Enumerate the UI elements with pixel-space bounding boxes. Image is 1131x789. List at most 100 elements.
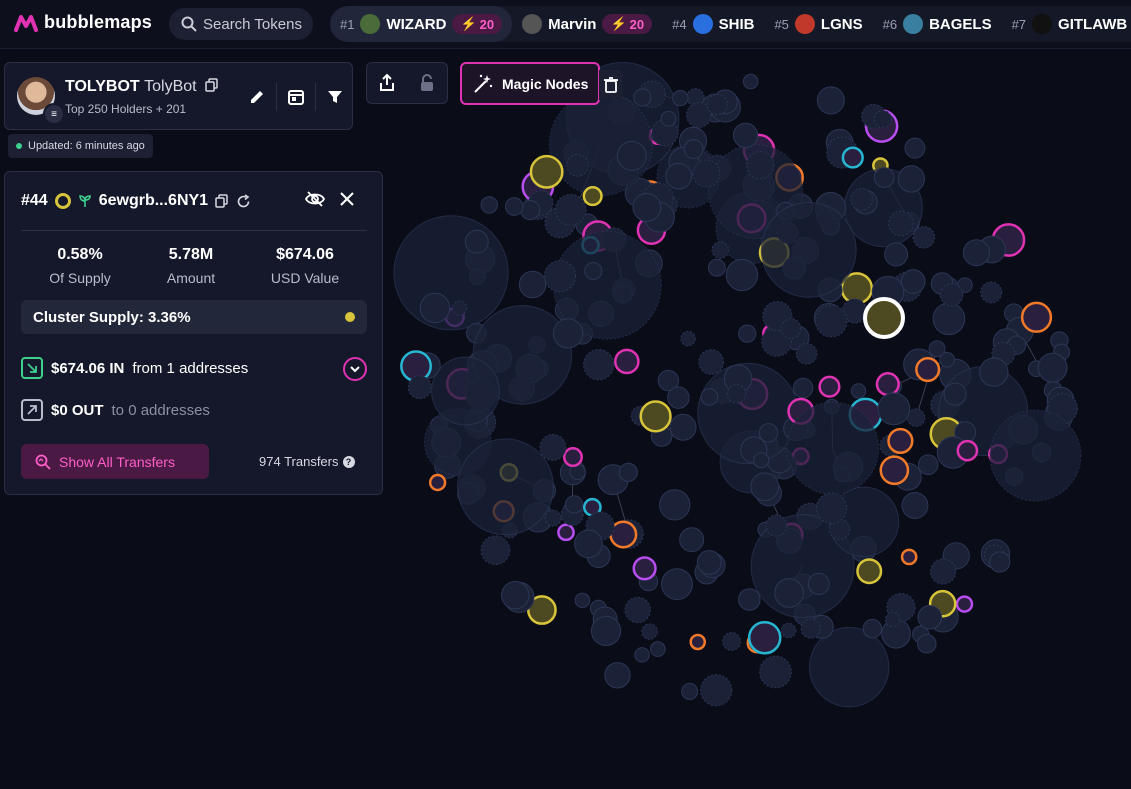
holder-bubble[interactable] bbox=[632, 193, 662, 222]
lock-icon[interactable] bbox=[418, 73, 436, 93]
holder-bubble[interactable] bbox=[431, 356, 500, 426]
holder-bubble[interactable] bbox=[501, 581, 530, 610]
holder-bubble[interactable] bbox=[956, 439, 979, 462]
holder-bubble[interactable] bbox=[480, 196, 498, 214]
holder-bubble[interactable] bbox=[451, 300, 468, 316]
holder-bubble[interactable] bbox=[884, 611, 901, 628]
holder-bubble[interactable] bbox=[800, 618, 821, 639]
refresh-icon[interactable] bbox=[236, 193, 251, 209]
trending-token-bagels[interactable]: #6 BAGELS bbox=[873, 6, 1002, 42]
show-all-transfers-button[interactable]: Show All Transfers bbox=[21, 444, 209, 479]
holder-bubble[interactable] bbox=[696, 550, 722, 575]
holder-bubble[interactable] bbox=[738, 588, 761, 611]
holder-bubble[interactable] bbox=[641, 623, 658, 640]
trending-token-gitlawb[interactable]: #7 GITLAWB bbox=[1002, 6, 1131, 42]
holder-bubble[interactable] bbox=[856, 558, 883, 585]
holder-bubble[interactable] bbox=[660, 110, 677, 127]
holder-bubble[interactable] bbox=[732, 122, 759, 148]
holder-bubble[interactable] bbox=[667, 386, 690, 409]
holder-bubble[interactable] bbox=[457, 438, 554, 536]
holder-bubble[interactable] bbox=[928, 340, 946, 358]
holder-bubble[interactable] bbox=[877, 392, 911, 426]
holder-bubble[interactable] bbox=[897, 165, 925, 193]
holder-bubble[interactable] bbox=[689, 633, 707, 651]
holder-bubble[interactable] bbox=[989, 409, 1082, 502]
holder-bubble[interactable] bbox=[915, 356, 941, 383]
holder-bubble[interactable] bbox=[659, 489, 691, 521]
holder-bubble[interactable] bbox=[634, 647, 650, 663]
holder-bubble[interactable] bbox=[632, 556, 657, 581]
holder-bubble[interactable] bbox=[980, 281, 1003, 304]
holder-bubble[interactable] bbox=[862, 618, 883, 639]
holder-bubble[interactable] bbox=[841, 146, 864, 169]
holder-bubble[interactable] bbox=[669, 413, 697, 441]
holder-bubble[interactable] bbox=[816, 86, 845, 115]
edit-button[interactable] bbox=[238, 83, 277, 111]
holder-bubble[interactable] bbox=[875, 372, 900, 397]
holder-bubble[interactable] bbox=[552, 318, 584, 349]
holder-bubble[interactable] bbox=[665, 162, 693, 190]
holder-bubble[interactable] bbox=[624, 596, 651, 624]
holder-bubble[interactable] bbox=[520, 200, 541, 221]
copy-address-icon[interactable] bbox=[215, 194, 229, 208]
holder-bubble[interactable] bbox=[574, 592, 591, 609]
holder-bubble[interactable] bbox=[808, 626, 890, 708]
holder-bubble[interactable] bbox=[683, 139, 704, 160]
holder-bubble[interactable] bbox=[742, 73, 759, 90]
holder-bubble[interactable] bbox=[562, 447, 583, 468]
share-icon[interactable] bbox=[378, 73, 396, 93]
holder-bubble[interactable] bbox=[747, 620, 782, 655]
inflow-row[interactable]: $674.06 IN from 1 addresses bbox=[21, 357, 248, 379]
search-tokens-button[interactable]: Search Tokens bbox=[169, 8, 313, 40]
holder-bubble[interactable] bbox=[529, 154, 564, 189]
holder-bubble[interactable] bbox=[419, 292, 451, 324]
holder-bubble[interactable] bbox=[814, 304, 848, 338]
holder-bubble[interactable] bbox=[609, 520, 638, 549]
holder-bubble[interactable] bbox=[711, 241, 730, 259]
holder-bubble[interactable] bbox=[726, 384, 747, 404]
expand-inflow-button[interactable] bbox=[343, 357, 367, 381]
holder-bubble[interactable] bbox=[932, 302, 966, 336]
holder-bubble[interactable] bbox=[722, 632, 742, 651]
holder-bubble[interactable] bbox=[888, 210, 914, 237]
holder-bubble[interactable] bbox=[543, 259, 577, 293]
holder-bubble[interactable] bbox=[786, 401, 880, 495]
holder-bubble[interactable] bbox=[879, 455, 910, 486]
holder-bubble[interactable] bbox=[564, 495, 584, 514]
holder-bubble[interactable] bbox=[614, 348, 640, 375]
holder-bubble[interactable] bbox=[939, 283, 964, 307]
hide-eye-icon[interactable] bbox=[305, 190, 325, 208]
holder-bubble[interactable] bbox=[1037, 352, 1068, 383]
holder-bubble[interactable] bbox=[574, 529, 603, 559]
holder-bubble[interactable] bbox=[930, 558, 957, 585]
close-icon[interactable] bbox=[339, 190, 355, 208]
holder-bubble[interactable] bbox=[815, 492, 848, 524]
filter-button[interactable] bbox=[316, 83, 354, 111]
holder-bubble[interactable] bbox=[759, 655, 792, 689]
holder-bubble[interactable] bbox=[707, 258, 726, 277]
holder-bubble[interactable] bbox=[795, 342, 818, 365]
holder-bubble[interactable] bbox=[557, 523, 575, 542]
holder-bubble[interactable] bbox=[639, 400, 672, 433]
trending-token-shib[interactable]: #4 SHIB bbox=[662, 6, 764, 42]
holder-bubble[interactable] bbox=[979, 357, 1009, 387]
holder-bubble[interactable] bbox=[901, 492, 929, 519]
copy-icon[interactable] bbox=[205, 78, 219, 92]
holder-bubble[interactable] bbox=[393, 215, 509, 331]
holder-bubble[interactable] bbox=[760, 201, 857, 298]
holder-bubble[interactable] bbox=[750, 472, 780, 502]
holder-bubble[interactable] bbox=[518, 270, 547, 299]
holder-bubble[interactable] bbox=[584, 261, 603, 281]
holder-bubble[interactable] bbox=[746, 150, 775, 180]
holder-bubble[interactable] bbox=[698, 349, 724, 375]
holder-bubble[interactable] bbox=[989, 551, 1011, 573]
holder-bubble[interactable] bbox=[700, 388, 719, 406]
holder-bubble[interactable] bbox=[780, 622, 797, 639]
holder-bubble[interactable] bbox=[428, 473, 447, 492]
holder-bubble[interactable] bbox=[649, 641, 666, 657]
holder-bubble[interactable] bbox=[916, 633, 937, 654]
holder-bubble[interactable] bbox=[680, 330, 696, 347]
holder-bubble[interactable] bbox=[792, 377, 814, 399]
holder-bubble[interactable] bbox=[955, 595, 974, 613]
holder-bubble[interactable] bbox=[818, 375, 841, 398]
